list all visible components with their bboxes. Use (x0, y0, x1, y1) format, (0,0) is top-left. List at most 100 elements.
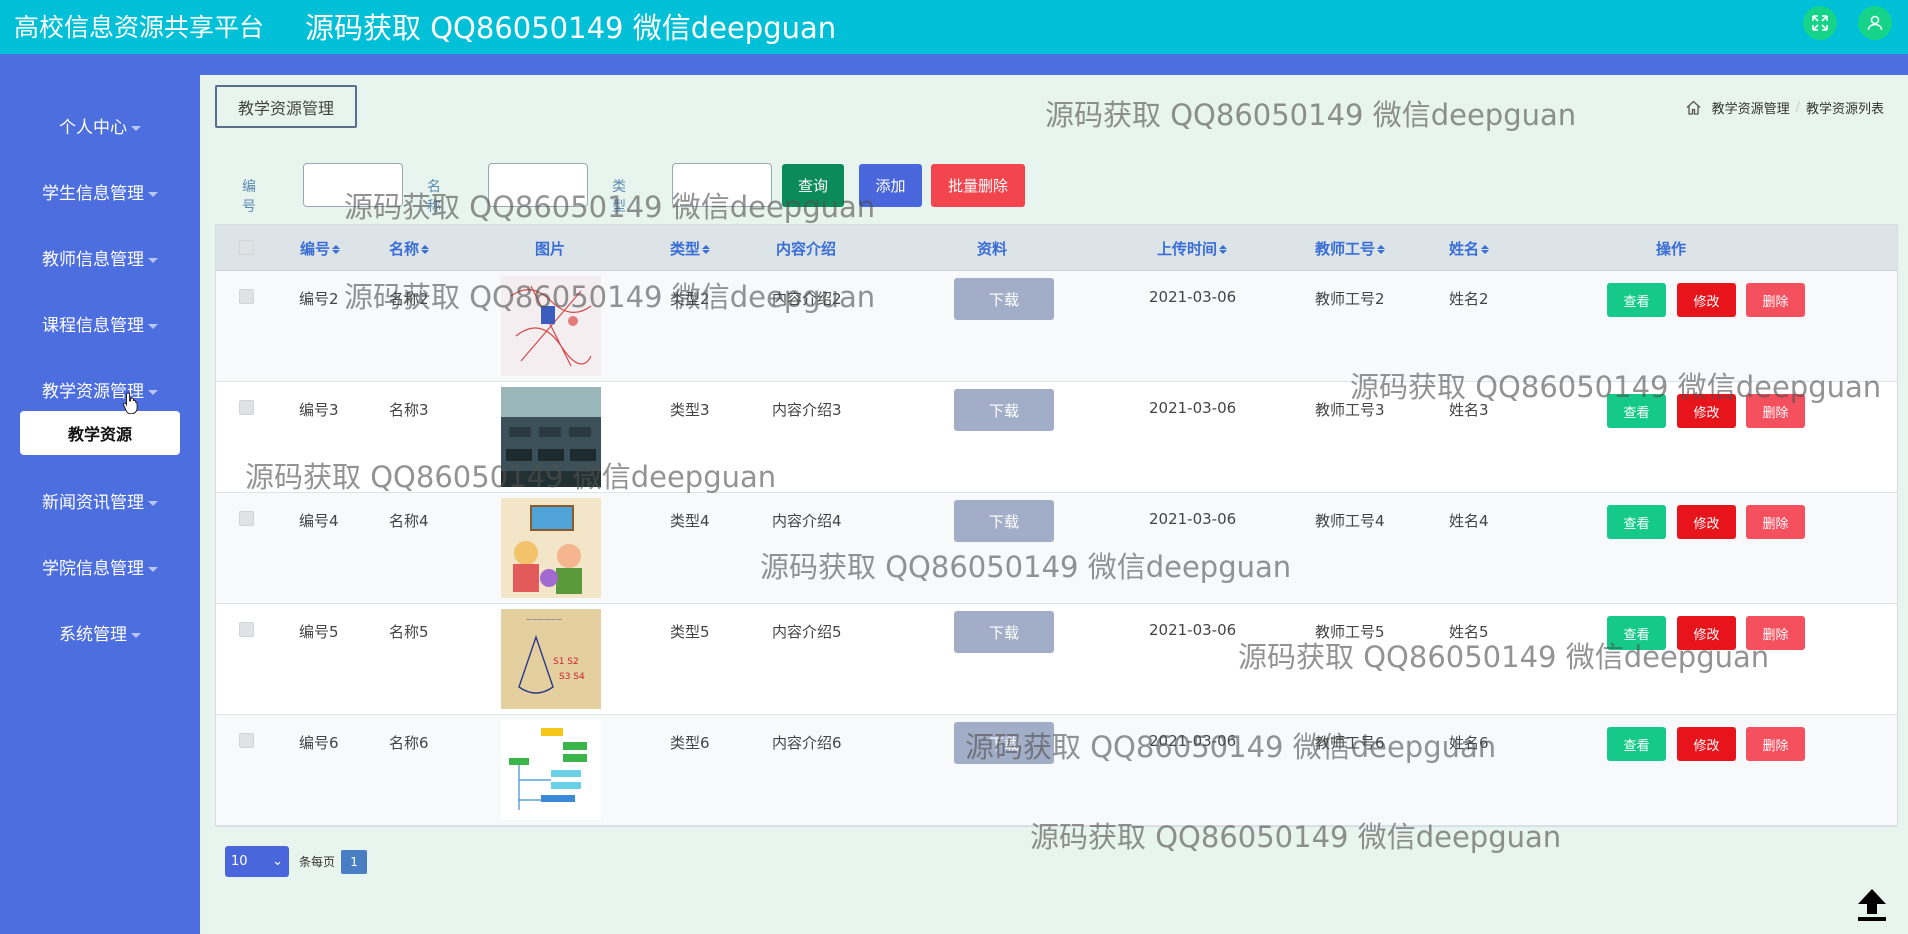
hand-cursor-icon (122, 392, 138, 414)
edit-button[interactable]: 修改 (1677, 727, 1736, 761)
row-checkbox[interactable] (239, 511, 254, 526)
select-all-checkbox[interactable] (239, 240, 254, 255)
header-upload-time[interactable]: 上传时间 (1157, 238, 1227, 259)
query-button[interactable]: 查询 (782, 164, 844, 207)
table-row: 编号4 名称4 类型4 内容介绍4 下载 2021-03-06 教师工号4 姓名4 查看 修改 删除 (216, 493, 1897, 604)
sidebar-item-label: 系统管理 (59, 625, 127, 645)
page-tag[interactable]: 教学资源管理 (215, 85, 357, 128)
cell-teacher-no: 教师工号6 (1315, 734, 1385, 752)
chevron-down-icon (148, 191, 158, 197)
cell-teacher-name: 姓名2 (1449, 290, 1489, 308)
row-checkbox[interactable] (239, 289, 254, 304)
sidebar-item-system[interactable]: 系统管理 (0, 620, 200, 645)
header-teacher-no[interactable]: 教师工号 (1315, 238, 1385, 259)
cell-id: 编号6 (299, 734, 339, 752)
header-type[interactable]: 类型 (670, 238, 710, 259)
home-icon[interactable] (1685, 99, 1702, 116)
page-number[interactable]: 1 (341, 849, 368, 874)
chevron-down-icon (131, 632, 141, 638)
row-checkbox[interactable] (239, 622, 254, 637)
chevron-down-icon (131, 125, 141, 131)
cell-type: 类型5 (670, 623, 710, 641)
cell-type: 类型2 (670, 290, 710, 308)
view-button[interactable]: 查看 (1607, 283, 1666, 317)
cell-name: 名称3 (389, 401, 429, 419)
top-bar: 高校信息资源共享平台 源码获取 QQ86050149 微信deepguan (0, 0, 1908, 54)
type-input[interactable] (672, 163, 772, 207)
cell-teacher-no: 教师工号4 (1315, 512, 1385, 530)
cell-teacher-name: 姓名3 (1449, 401, 1489, 419)
sidebar-item-teaching-resources[interactable]: 教学资源管理 (0, 377, 200, 402)
sidebar-item-news[interactable]: 新闻资讯管理 (0, 488, 200, 513)
header-id[interactable]: 编号 (300, 238, 340, 259)
view-button[interactable]: 查看 (1607, 394, 1666, 428)
sidebar: 个人中心 学生信息管理 教师信息管理 课程信息管理 教学资源管理 教学资源 新闻… (0, 75, 200, 934)
cell-name: 名称6 (389, 734, 429, 752)
page-size-value: 10 (231, 854, 248, 869)
sidebar-item-course-info[interactable]: 课程信息管理 (0, 311, 200, 336)
sidebar-item-label: 个人中心 (59, 118, 127, 138)
cell-teacher-no: 教师工号5 (1315, 623, 1385, 641)
header-label: 名称 (389, 240, 420, 258)
cell-name: 名称5 (389, 623, 429, 641)
download-button[interactable]: 下载 (954, 278, 1054, 320)
header-label: 上传时间 (1157, 240, 1218, 258)
sidebar-item-label: 课程信息管理 (42, 316, 144, 336)
chevron-down-icon (148, 566, 158, 572)
edit-button[interactable]: 修改 (1677, 505, 1736, 539)
cell-teacher-no: 教师工号2 (1315, 290, 1385, 308)
edit-button[interactable]: 修改 (1677, 283, 1736, 317)
chevron-down-icon (148, 323, 158, 329)
cell-upload-time: 2021-03-06 (1149, 732, 1237, 750)
resource-image (501, 387, 601, 487)
chevron-down-icon (148, 389, 158, 395)
cell-teacher-name: 姓名6 (1449, 734, 1489, 752)
cell-type: 类型3 (670, 401, 710, 419)
sidebar-item-personal-center[interactable]: 个人中心 (0, 113, 200, 138)
row-checkbox[interactable] (239, 400, 254, 415)
sidebar-item-teacher-info[interactable]: 教师信息管理 (0, 245, 200, 270)
batch-delete-button[interactable]: 批量删除 (931, 164, 1025, 207)
delete-button[interactable]: 删除 (1746, 505, 1805, 539)
fullscreen-icon[interactable] (1803, 6, 1837, 40)
edit-button[interactable]: 修改 (1677, 394, 1736, 428)
cell-id: 编号2 (299, 290, 339, 308)
delete-button[interactable]: 删除 (1746, 394, 1805, 428)
sidebar-item-label: 教师信息管理 (42, 250, 144, 270)
sort-icon (702, 245, 710, 254)
download-button[interactable]: 下载 (954, 389, 1054, 431)
delete-button[interactable]: 删除 (1746, 283, 1805, 317)
cell-name: 名称2 (389, 290, 429, 308)
id-input[interactable] (303, 163, 403, 207)
cell-id: 编号5 (299, 623, 339, 641)
cell-teacher-name: 姓名5 (1449, 623, 1489, 641)
download-button[interactable]: 下载 (954, 500, 1054, 542)
table-row: 编号5 名称5 S1 S2 S3 S4 —————— 类型5 内容介绍5 下载 2021-03-… (216, 604, 1897, 715)
view-button[interactable]: 查看 (1607, 727, 1666, 761)
download-button[interactable]: 下载 (954, 611, 1054, 653)
delete-button[interactable]: 删除 (1746, 727, 1805, 761)
resource-image (501, 276, 601, 376)
sidebar-subitem-teaching-resource[interactable]: 教学资源 (20, 411, 180, 455)
cell-name: 名称4 (389, 512, 429, 530)
header-image: 图片 (535, 240, 566, 258)
download-button[interactable]: 下载 (954, 722, 1054, 764)
breadcrumb-item[interactable]: 教学资源管理 (1712, 98, 1790, 117)
page-size-select[interactable]: 10 ⌄ (225, 846, 289, 877)
row-checkbox[interactable] (239, 733, 254, 748)
sidebar-item-student-info[interactable]: 学生信息管理 (0, 179, 200, 204)
user-icon[interactable] (1858, 6, 1892, 40)
id-label: 编号 (242, 179, 256, 215)
header-teacher-name[interactable]: 姓名 (1449, 238, 1489, 259)
header-label: 编号 (300, 240, 331, 258)
name-input[interactable] (488, 163, 588, 207)
view-button[interactable]: 查看 (1607, 505, 1666, 539)
back-to-top-icon[interactable] (1852, 884, 1892, 924)
add-button[interactable]: 添加 (859, 164, 922, 207)
edit-button[interactable]: 修改 (1677, 616, 1736, 650)
delete-button[interactable]: 删除 (1746, 616, 1805, 650)
header-name[interactable]: 名称 (389, 238, 429, 259)
sidebar-item-college-info[interactable]: 学院信息管理 (0, 554, 200, 579)
table-row: 编号6 名称6 类型6 内容介绍6 下载 2021-03-06 教师工号6 姓名6 查看 修改 删除 (216, 715, 1897, 826)
view-button[interactable]: 查看 (1607, 616, 1666, 650)
